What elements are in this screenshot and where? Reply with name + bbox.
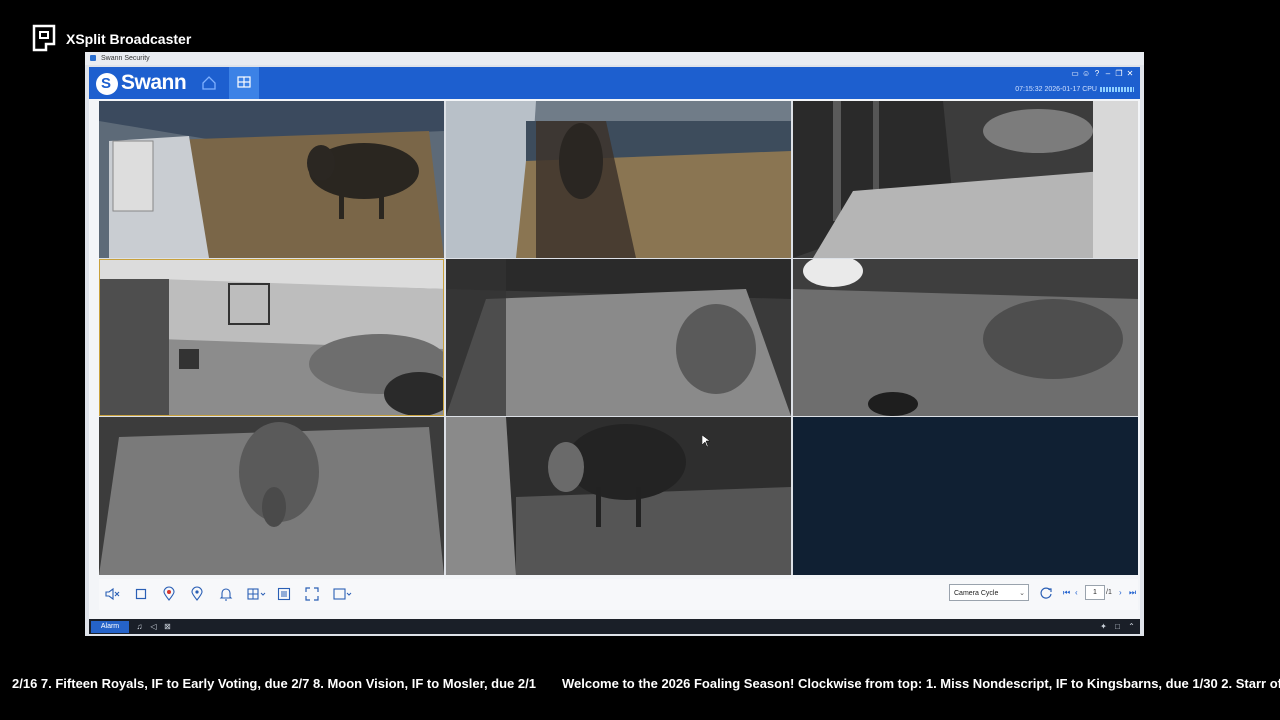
page-total: /1 xyxy=(1106,589,1112,596)
camera-feed-5 xyxy=(446,259,791,416)
xsplit-logo-icon xyxy=(32,24,56,52)
camera-cell-3[interactable] xyxy=(793,101,1138,258)
camera-feed-4 xyxy=(99,259,444,416)
first-page-icon[interactable]: ⏮ xyxy=(1063,586,1070,600)
window-titlebar[interactable]: Swann Security xyxy=(85,52,1144,65)
camera-grid xyxy=(99,101,1138,575)
alarm-bell-icon[interactable]: ♫ xyxy=(135,622,144,631)
bell-icon[interactable] xyxy=(218,586,234,602)
prev-page-icon[interactable]: ‹ xyxy=(1075,586,1078,600)
layout-save-icon[interactable] xyxy=(276,586,292,602)
camera-cell-1[interactable] xyxy=(99,101,444,258)
location-icon[interactable] xyxy=(161,586,177,602)
pin-icon[interactable]: ✦ xyxy=(1099,622,1108,631)
close-icon[interactable]: ✕ xyxy=(1126,70,1134,78)
help-icon[interactable]: ? xyxy=(1093,70,1101,78)
clear-alarm-icon[interactable]: ⊠ xyxy=(163,622,172,631)
ticker-bar: 2/16 7. Fifteen Royals, IF to Early Voti… xyxy=(0,676,1280,692)
camera-cell-9-empty[interactable] xyxy=(793,417,1138,575)
collapse-icon[interactable]: ⌃ xyxy=(1127,622,1136,631)
camera-cell-5[interactable] xyxy=(446,259,791,416)
aspect-ratio-icon[interactable] xyxy=(332,586,352,602)
window-controls: ▭ ☺ ? – ❐ ✕ xyxy=(1071,70,1134,80)
camera-feed-1 xyxy=(99,101,444,258)
user-icon[interactable]: ☺ xyxy=(1082,70,1090,78)
swann-logo-icon: S xyxy=(96,73,118,95)
home-icon[interactable] xyxy=(200,74,218,92)
split-layout-icon[interactable] xyxy=(246,586,266,602)
camera-cell-8[interactable] xyxy=(446,417,791,575)
display-icon[interactable]: ▭ xyxy=(1071,70,1079,78)
swann-app: S Swann ▭ ☺ ? – ❐ ✕ 07:15:32 2026-01-17 … xyxy=(89,67,1140,634)
tab-live-view[interactable] xyxy=(229,67,259,99)
live-toolbar: Camera Cycle ⌄ ⏮ ‹ 1 /1 › ⏭ xyxy=(99,579,1138,610)
page-number-input[interactable]: 1 xyxy=(1085,585,1105,600)
camera-feed-7 xyxy=(99,417,444,575)
swann-window-icon xyxy=(90,55,96,61)
last-page-icon[interactable]: ⏭ xyxy=(1129,586,1136,600)
mute-small-icon[interactable]: ◁ xyxy=(149,622,158,631)
mute-icon[interactable] xyxy=(104,586,120,602)
camera-cycle-select[interactable]: Camera Cycle ⌄ xyxy=(949,584,1029,601)
next-page-icon[interactable]: › xyxy=(1119,586,1122,600)
app-header: S Swann ▭ ☺ ? – ❐ ✕ 07:15:32 2026-01-17 … xyxy=(89,67,1140,99)
host-app-title: XSplit Broadcaster xyxy=(66,31,192,47)
ticker-text-right: Welcome to the 2026 Foaling Season! Cloc… xyxy=(562,676,1280,691)
restore-icon[interactable]: ❐ xyxy=(1115,70,1123,78)
camera-feed-8 xyxy=(446,417,791,575)
camera-feed-3 xyxy=(793,101,1138,258)
brand-name: Swann xyxy=(121,71,187,94)
fullscreen-icon[interactable] xyxy=(304,586,320,602)
window-title: Swann Security xyxy=(101,55,150,62)
camera-cycle-label: Camera Cycle xyxy=(954,590,999,597)
minimize-icon[interactable]: – xyxy=(1104,70,1112,78)
stop-icon[interactable]: □ xyxy=(1113,622,1122,631)
location-alt-icon[interactable] xyxy=(189,586,205,602)
camera-cell-4[interactable] xyxy=(99,259,444,416)
alarm-button[interactable]: Alarm xyxy=(91,621,129,633)
camera-cell-7[interactable] xyxy=(99,417,444,575)
camera-feed-2 xyxy=(446,101,791,258)
camera-feed-6 xyxy=(793,259,1138,416)
stop-all-icon[interactable] xyxy=(133,586,149,602)
live-view-icon xyxy=(237,76,251,88)
camera-cell-6[interactable] xyxy=(793,259,1138,416)
swann-window: Swann Security S Swann ▭ ☺ ? – ❐ ✕ 07:15… xyxy=(85,52,1144,636)
cycle-refresh-icon[interactable] xyxy=(1039,586,1053,600)
cpu-meter xyxy=(1100,87,1134,92)
chevron-down-icon: ⌄ xyxy=(1019,590,1025,597)
mouse-cursor-icon xyxy=(702,435,710,447)
status-line: 07:15:32 2026-01-17 CPU xyxy=(1015,86,1134,93)
camera-cell-2[interactable] xyxy=(446,101,791,258)
status-bar: Alarm ♫ ◁ ⊠ ✦ □ ⌃ xyxy=(89,619,1140,634)
clock-cpu-text: 07:15:32 2026-01-17 CPU xyxy=(1015,86,1097,93)
ticker-text-left: 2/16 7. Fifteen Royals, IF to Early Voti… xyxy=(12,676,536,691)
